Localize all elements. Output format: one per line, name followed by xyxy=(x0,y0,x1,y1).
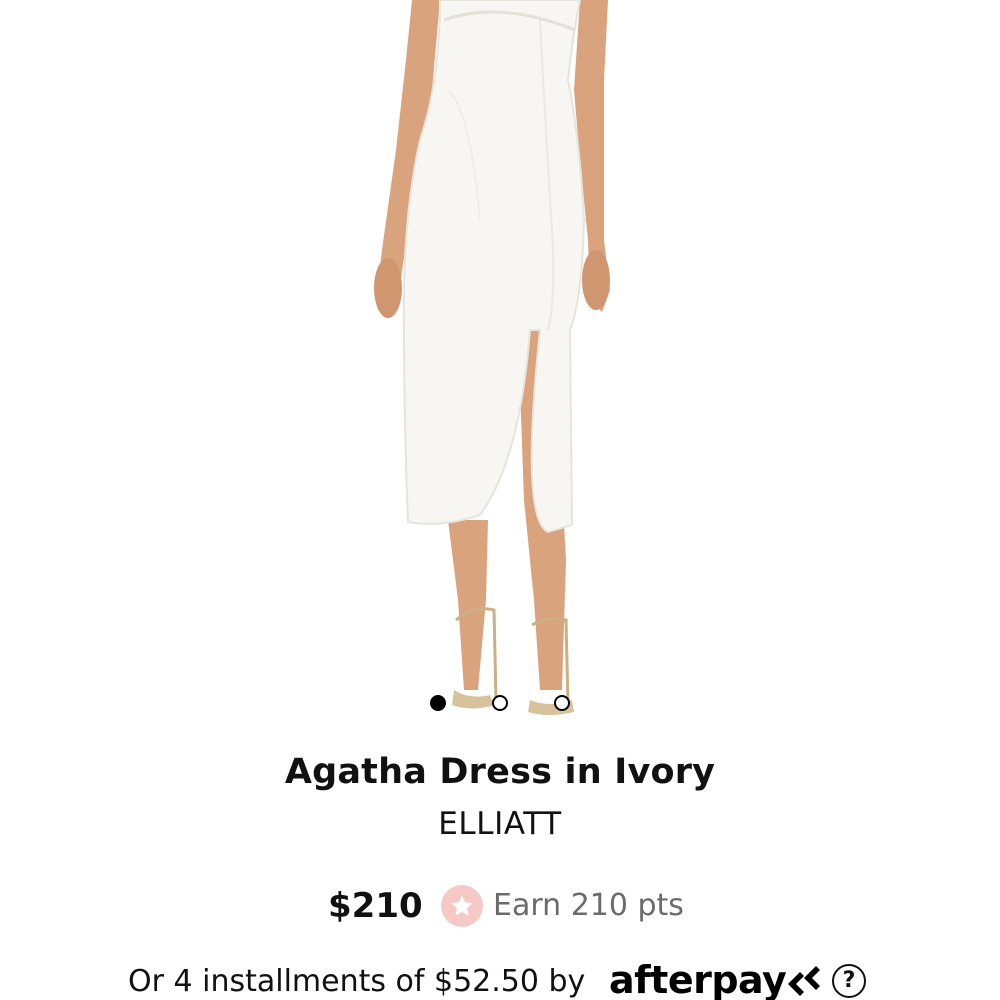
product-image[interactable] xyxy=(0,0,1000,740)
product-page: Agatha Dress in Ivory ELLIATT $210 Earn … xyxy=(0,0,1000,1000)
product-brand[interactable]: ELLIATT xyxy=(0,806,1000,842)
price-row: $210 Earn 210 pts xyxy=(0,883,1000,933)
afterpay-row: Or 4 installments of $52.50 by afterpay … xyxy=(0,958,1000,1000)
installments-text: Or 4 installments of $52.50 by xyxy=(128,964,586,999)
rewards-points-text: Earn 210 pts xyxy=(493,888,684,923)
carousel-dot-3[interactable] xyxy=(554,695,570,711)
product-title: Agatha Dress in Ivory xyxy=(284,752,716,792)
star-icon xyxy=(441,885,483,927)
afterpay-arrows-icon xyxy=(782,964,826,1000)
carousel-dot-1[interactable] xyxy=(430,695,446,711)
dress-photo-illustration xyxy=(374,0,610,715)
image-carousel-dots xyxy=(0,695,1000,717)
product-price: $210 xyxy=(328,886,423,926)
afterpay-logo: afterpay xyxy=(609,958,787,1000)
carousel-dot-2[interactable] xyxy=(492,695,508,711)
question-icon[interactable]: ? xyxy=(832,964,866,998)
